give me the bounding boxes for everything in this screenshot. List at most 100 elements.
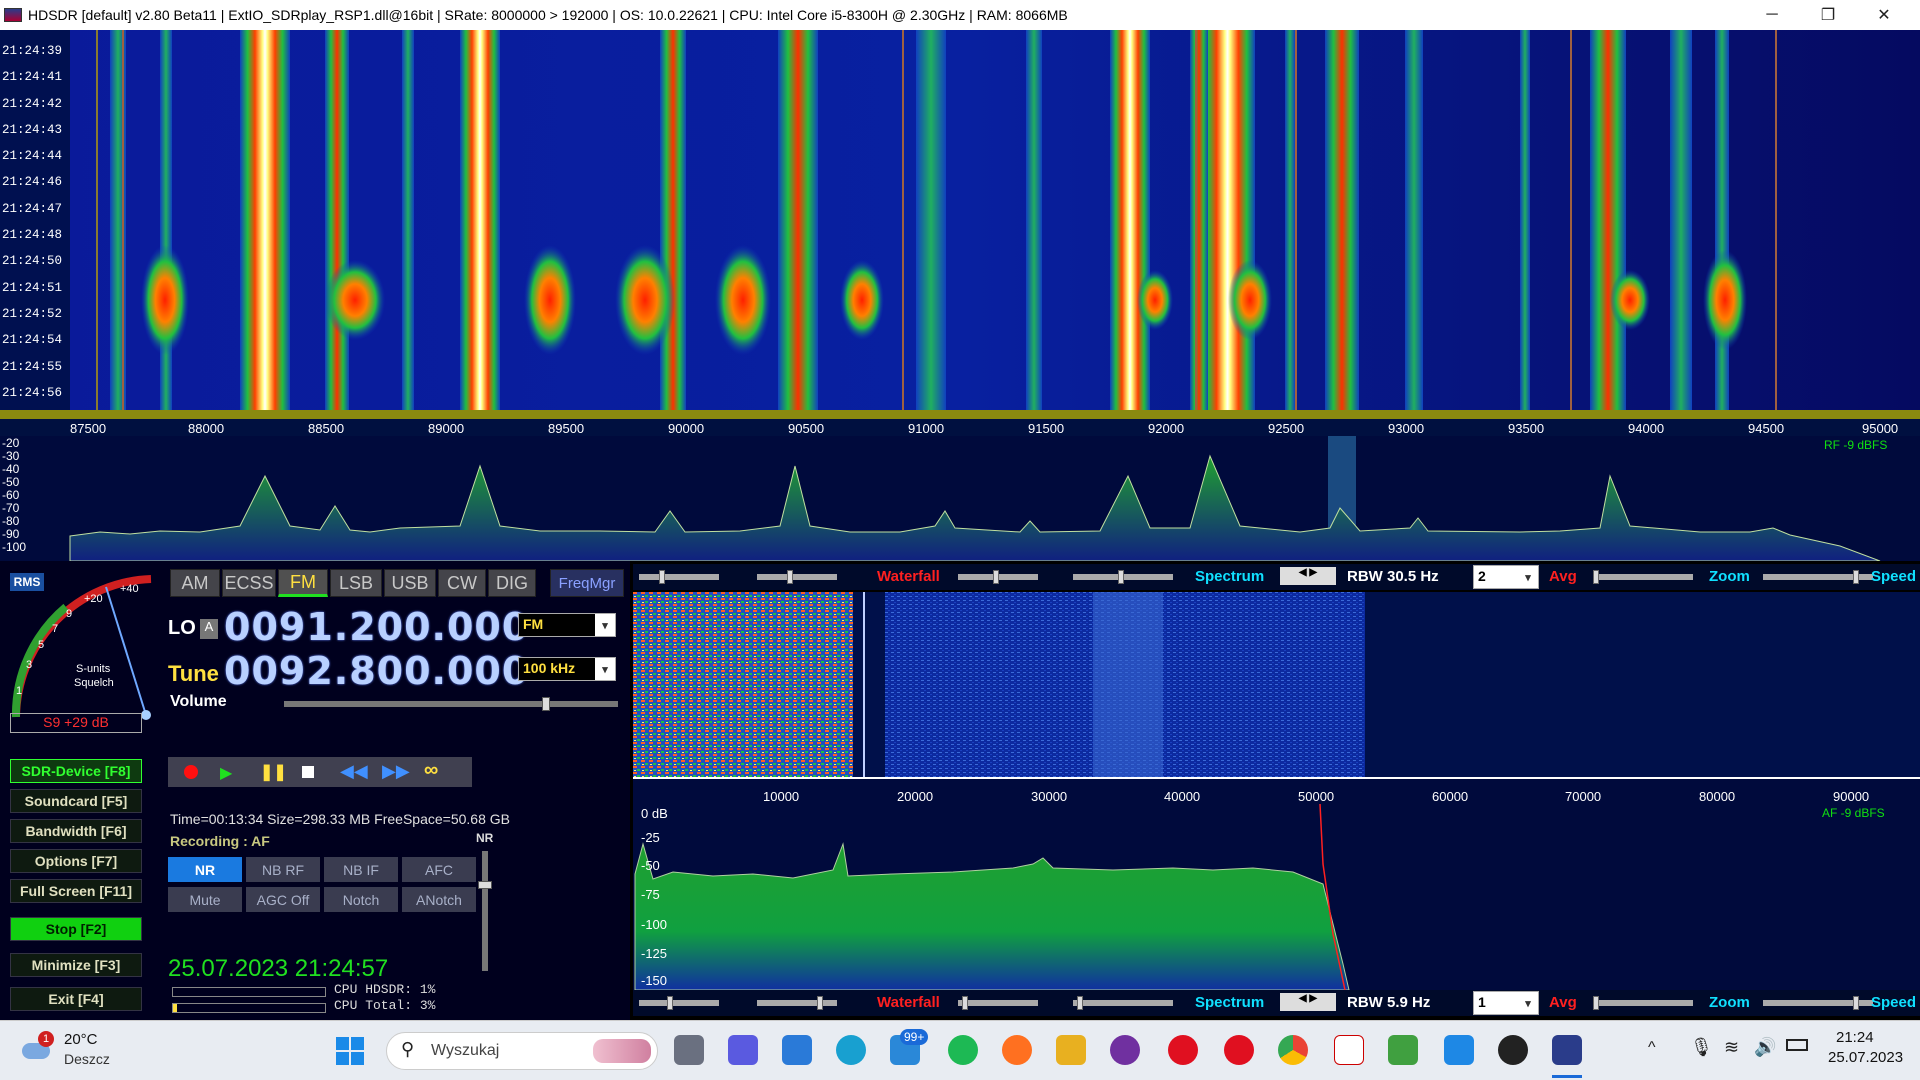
mute-button[interactable]: Mute <box>168 887 242 912</box>
af-waterfall-slider-2[interactable] <box>757 996 837 1010</box>
af-avg-select[interactable]: 1 ▾ <box>1473 991 1539 1015</box>
nb-if-button[interactable]: NB IF <box>324 857 398 882</box>
nr-slider-handle[interactable] <box>478 881 492 889</box>
rf-waterfall[interactable] <box>0 30 1920 410</box>
mode-ecss-button[interactable]: ECSS <box>222 569 276 597</box>
minimize-button[interactable]: ─ <box>1744 0 1800 30</box>
weather-temp[interactable]: 20°C <box>64 1031 98 1048</box>
opera-icon[interactable] <box>1168 1035 1198 1065</box>
freq-tick: 94000 <box>1628 421 1665 436</box>
lo-a-badge[interactable]: A <box>200 619 218 639</box>
stop-button[interactable]: Stop [F2] <box>10 917 142 941</box>
rf-spectrum[interactable] <box>0 436 1920 561</box>
frequency-scale-bar[interactable] <box>0 410 1920 419</box>
rbw-arrows[interactable]: ◀ ▶ <box>1280 567 1336 585</box>
edge-icon[interactable] <box>836 1035 866 1065</box>
af-spectrum-slider-2[interactable] <box>1073 996 1173 1010</box>
lo-frequency-display[interactable]: 0091.200.000 <box>224 605 529 649</box>
microphone-icon[interactable]: 🎙 <box>1690 1037 1713 1058</box>
camera-app-icon[interactable] <box>1498 1035 1528 1065</box>
notepad-icon[interactable] <box>1444 1035 1474 1065</box>
battery-icon[interactable] <box>1786 1039 1808 1051</box>
af-waterfall-slider-1[interactable] <box>639 996 719 1010</box>
mode-cw-button[interactable]: CW <box>438 569 486 597</box>
firefox-icon[interactable] <box>1002 1035 1032 1065</box>
zoom-slider-left[interactable] <box>1593 570 1693 584</box>
record-icon[interactable] <box>184 765 198 779</box>
mode-fm-button[interactable]: FM <box>278 569 328 597</box>
nr-button[interactable]: NR <box>168 857 242 882</box>
mode-am-button[interactable]: AM <box>170 569 220 597</box>
play-icon[interactable]: ▶ <box>220 763 232 783</box>
windows-start-icon[interactable] <box>336 1037 364 1065</box>
bandwidth-button[interactable]: Bandwidth [F6] <box>10 819 142 843</box>
mode-lsb-button[interactable]: LSB <box>330 569 382 597</box>
close-button[interactable]: ✕ <box>1856 0 1912 30</box>
image-viewer-icon[interactable] <box>1388 1035 1418 1065</box>
af-spectrum-slider-1[interactable] <box>958 996 1038 1010</box>
sdr-device-button[interactable]: SDR-Device [F8] <box>10 759 142 783</box>
freqmgr-button[interactable]: FreqMgr <box>550 569 624 597</box>
tune-frequency-display[interactable]: 0092.800.000 <box>224 649 529 693</box>
weather-desc[interactable]: Deszcz <box>64 1051 110 1067</box>
weather-widget[interactable]: 1 <box>20 1031 54 1065</box>
loop-icon[interactable]: ∞ <box>424 759 438 782</box>
af-frequency-axis[interactable]: 10000 20000 30000 40000 50000 60000 7000… <box>633 777 1920 804</box>
pause-icon[interactable]: ❚❚ <box>260 762 287 782</box>
chrome-icon[interactable] <box>1278 1035 1308 1065</box>
af-db-label: 0 dB <box>641 806 668 821</box>
spectrum-slider-1[interactable] <box>958 570 1038 584</box>
hdsdr-taskbar-icon[interactable] <box>1552 1035 1582 1065</box>
nb-rf-button[interactable]: NB RF <box>246 857 320 882</box>
clock-time[interactable]: 21:24 <box>1836 1029 1874 1046</box>
waterfall-slider-2[interactable] <box>757 570 837 584</box>
spotify-icon[interactable] <box>948 1035 978 1065</box>
step-select[interactable]: 100 kHz ▾ <box>518 657 616 681</box>
chevron-up-icon[interactable]: ^ <box>1648 1039 1656 1057</box>
clock-date[interactable]: 25.07.2023 <box>1828 1049 1903 1066</box>
full-screen-button[interactable]: Full Screen [F11] <box>10 879 142 903</box>
rewind-icon[interactable]: ◀◀ <box>340 761 368 782</box>
options-button[interactable]: Options [F7] <box>10 849 142 873</box>
mode-select[interactable]: FM ▾ <box>518 613 616 637</box>
afc-button[interactable]: AFC <box>402 857 476 882</box>
exit-button[interactable]: Exit [F4] <box>10 987 142 1011</box>
zoom-slider-right[interactable] <box>1763 570 1873 584</box>
waterfall-slider-1[interactable] <box>639 570 719 584</box>
teams-chat-icon[interactable] <box>728 1035 758 1065</box>
notch-button[interactable]: Notch <box>324 887 398 912</box>
af-zoom-slider-right[interactable] <box>1763 996 1873 1010</box>
fast-forward-icon[interactable]: ▶▶ <box>382 761 410 782</box>
spectrum-slider-2[interactable] <box>1073 570 1173 584</box>
app-icon[interactable] <box>1110 1035 1140 1065</box>
search-box[interactable]: ⚲ Wyszukaj <box>386 1032 658 1070</box>
volume-slider-handle[interactable] <box>542 697 550 711</box>
chevron-down-icon: ▾ <box>595 614 615 636</box>
timestamp: 21:24:46 <box>2 175 63 189</box>
store-icon[interactable] <box>782 1035 812 1065</box>
rms-badge[interactable]: RMS <box>10 573 44 591</box>
anotch-button[interactable]: ANotch <box>402 887 476 912</box>
minimize-app-button[interactable]: Minimize [F3] <box>10 953 142 977</box>
nr-slider[interactable] <box>478 851 492 971</box>
file-explorer-icon[interactable] <box>1056 1035 1086 1065</box>
mode-dig-button[interactable]: DIG <box>488 569 536 597</box>
restore-button[interactable]: ❐ <box>1800 0 1856 30</box>
avg-select[interactable]: 2 ▾ <box>1473 565 1539 589</box>
af-spectrum[interactable] <box>633 804 1920 990</box>
volume-icon[interactable]: 🔊 <box>1754 1037 1776 1058</box>
af-zoom-slider-left[interactable] <box>1593 996 1693 1010</box>
sdr-app-icon[interactable] <box>1334 1035 1364 1065</box>
opera-gx-icon[interactable] <box>1224 1035 1254 1065</box>
agc-off-button[interactable]: AGC Off <box>246 887 320 912</box>
volume-slider[interactable] <box>284 697 618 711</box>
stop-icon[interactable] <box>302 766 314 778</box>
wifi-icon[interactable]: ≋ <box>1724 1037 1739 1058</box>
soundcard-button[interactable]: Soundcard [F5] <box>10 789 142 813</box>
rf-frequency-axis[interactable]: 87500 88000 88500 89000 89500 90000 9050… <box>0 410 1920 436</box>
af-waterfall[interactable] <box>633 592 1920 777</box>
af-rbw-arrows[interactable]: ◀ ▶ <box>1280 993 1336 1011</box>
task-view-icon[interactable] <box>674 1035 704 1065</box>
mode-usb-button[interactable]: USB <box>384 569 436 597</box>
db-label: -80 <box>2 514 20 528</box>
